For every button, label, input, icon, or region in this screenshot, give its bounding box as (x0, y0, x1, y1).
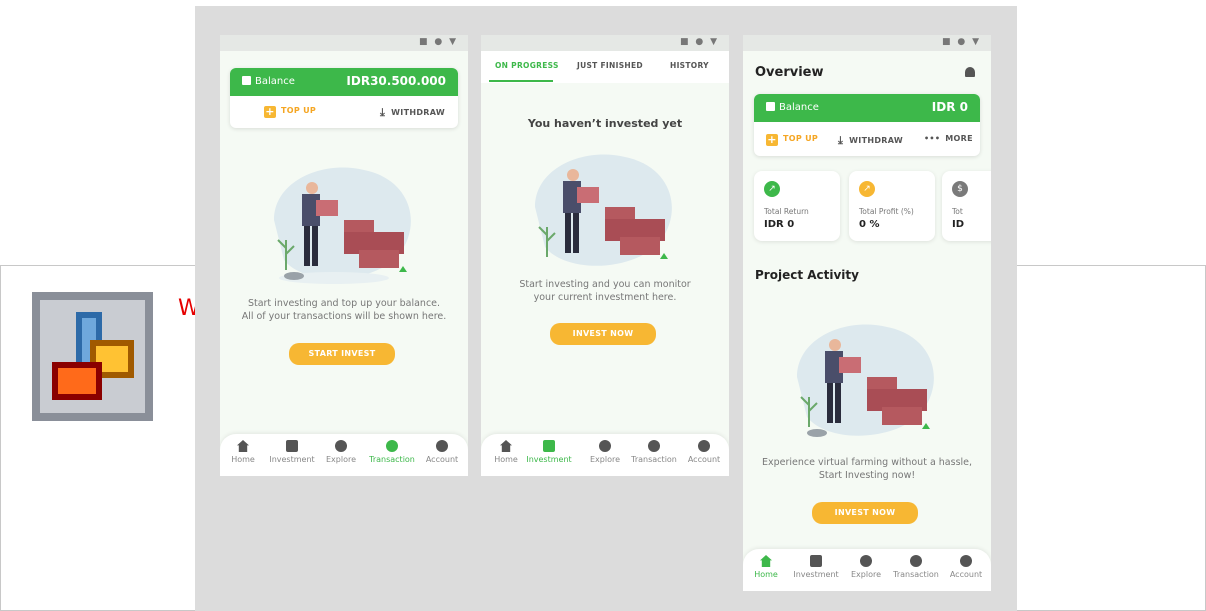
home-icon (237, 440, 249, 452)
balance-label: Balance (255, 76, 295, 87)
empty-message-line1: Start investing and you can monitor (519, 279, 691, 290)
balance-card: Balance IDR30.500.000 + TOP UP ⤓ WITHDRAW (230, 68, 458, 128)
balance-bar: Balance IDR 0 (754, 94, 980, 122)
balance-amount: IDR 0 (931, 100, 968, 114)
empty-message-line2: All of your transactions will be shown h… (241, 311, 447, 322)
wallet-icon (242, 76, 251, 85)
wallet-icon (766, 102, 775, 111)
nav-transaction[interactable]: Transaction (892, 555, 940, 579)
tab-history[interactable]: HISTORY (670, 61, 709, 70)
compass-icon (599, 440, 611, 452)
more-icon: ••• (924, 134, 941, 143)
stat-value: 0 % (859, 219, 880, 230)
trend-icon: ↗ (859, 181, 875, 197)
topup-button[interactable]: + TOP UP (766, 134, 818, 146)
tab-indicator (489, 80, 553, 82)
nav-investment[interactable]: Investment (268, 440, 316, 464)
status-bar: ■ ● ▼ (220, 35, 468, 51)
plus-icon: + (264, 105, 276, 118)
balance-amount: IDR30.500.000 (346, 74, 446, 88)
stat-label: Total Profit (%) (859, 207, 914, 216)
bottom-nav: Home Investment Explore Transaction Acco… (743, 549, 991, 591)
withdraw-button[interactable]: ⤓ WITHDRAW (838, 134, 903, 148)
stat-label: Tot (952, 207, 963, 216)
plus-icon: + (766, 133, 778, 146)
transaction-icon (648, 440, 660, 452)
screen-transaction: ■ ● ▼ Balance IDR30.500.000 + TOP UP ⤓ WIT… (220, 35, 468, 476)
chart-icon (543, 440, 555, 452)
bottom-nav: Home Investment Explore Transaction Acco… (220, 434, 468, 476)
nav-investment[interactable]: Investment (525, 440, 573, 464)
app-icon (32, 292, 153, 421)
nav-explore[interactable]: Explore (317, 440, 365, 464)
more-button[interactable]: ••• MORE (924, 134, 973, 143)
nav-home[interactable]: Home (743, 555, 790, 579)
screen-home: ■ ● ▼ Overview Balance IDR 0 + TOP UP ⤓ WI… (743, 35, 991, 591)
topup-button[interactable]: + TOP UP (264, 106, 316, 118)
empty-message-line1: Experience virtual farming without a has… (761, 457, 973, 468)
dollar-icon: $ (952, 181, 968, 197)
transaction-icon (386, 440, 398, 452)
account-icon (436, 440, 448, 452)
nav-home[interactable]: Home (220, 440, 267, 464)
page-title: Overview (755, 65, 824, 80)
empty-message-line2: your current investment here. (533, 292, 677, 303)
tab-on-progress[interactable]: ON PROGRESS (495, 61, 559, 70)
nav-transaction[interactable]: Transaction (368, 440, 416, 464)
nav-account[interactable]: Account (418, 440, 466, 464)
withdraw-button[interactable]: ⤓ WITHDRAW (380, 106, 445, 120)
nav-explore[interactable]: Explore (581, 440, 629, 464)
compass-icon (335, 440, 347, 452)
empty-message-line1: Start investing and top up your balance. (247, 298, 441, 309)
tab-bar: ON PROGRESS JUST FINISHED HISTORY (481, 51, 729, 83)
empty-state-illustration (787, 317, 947, 447)
bell-icon[interactable] (965, 67, 975, 77)
balance-bar: Balance IDR30.500.000 (230, 68, 458, 96)
download-icon: ⤓ (838, 134, 844, 147)
trend-icon: ↗ (764, 181, 780, 197)
transaction-icon (910, 555, 922, 567)
empty-state-illustration (525, 147, 685, 277)
account-icon (698, 440, 710, 452)
nav-transaction[interactable]: Transaction (630, 440, 678, 464)
status-bar: ■ ● ▼ (743, 35, 991, 51)
section-title: Project Activity (755, 268, 859, 282)
stat-value: IDR 0 (764, 219, 795, 230)
balance-card: Balance IDR 0 + TOP UP ⤓ WITHDRAW ••• MORE (754, 94, 980, 156)
invest-now-button[interactable]: INVEST NOW (550, 323, 656, 345)
stat-card-third[interactable]: $ Tot ID (942, 171, 991, 241)
compass-icon (860, 555, 872, 567)
start-invest-button[interactable]: START INVEST (289, 343, 395, 365)
status-bar: ■ ● ▼ (481, 35, 729, 51)
stat-card-profit[interactable]: ↗ Total Profit (%) 0 % (849, 171, 935, 241)
tab-just-finished[interactable]: JUST FINISHED (577, 61, 643, 70)
home-icon (760, 555, 772, 567)
nav-home[interactable]: Home (482, 440, 530, 464)
balance-label: Balance (779, 102, 819, 113)
stat-value: ID (952, 219, 965, 230)
empty-message-line2: Start Investing now! (818, 470, 916, 481)
empty-state-illustration (264, 160, 424, 290)
stat-card-return[interactable]: ↗ Total Return IDR 0 (754, 171, 840, 241)
bottom-nav: Home Investment Explore Transaction Acco… (481, 434, 729, 476)
download-icon: ⤓ (380, 106, 386, 119)
account-icon (960, 555, 972, 567)
invest-now-button[interactable]: INVEST NOW (812, 502, 918, 524)
home-icon (500, 440, 512, 452)
nav-explore[interactable]: Explore (842, 555, 890, 579)
nav-account[interactable]: Account (942, 555, 990, 579)
stat-label: Total Return (764, 207, 809, 216)
nav-account[interactable]: Account (680, 440, 728, 464)
chart-icon (286, 440, 298, 452)
screen-investment: ■ ● ▼ ON PROGRESS JUST FINISHED HISTORY … (481, 35, 729, 476)
empty-heading: You haven’t invested yet (527, 117, 683, 130)
nav-investment[interactable]: Investment (792, 555, 840, 579)
chart-icon (810, 555, 822, 567)
